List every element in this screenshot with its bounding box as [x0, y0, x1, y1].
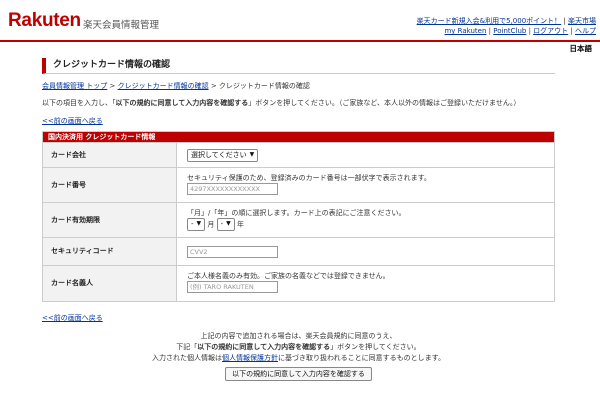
card-number-input[interactable]: 4297XXXXXXXXXXXX	[187, 182, 278, 195]
privacy-policy-link[interactable]: 個人情報保護方針	[222, 354, 278, 362]
row-security-code: セキュリティコード CVV2	[43, 236, 554, 265]
card-expiry-note: 「月」/「年」の順に選択します。カード上の表記にご注意ください。	[187, 208, 406, 217]
breadcrumb: 会員情報管理 トップ > クレジットカード情報の確認 > クレジットカード情報の…	[42, 81, 555, 91]
intro-text: 以下の項目を入力し、「以下の規約に同意して入力内容を確認する」ボタンを押してくだ…	[42, 98, 555, 109]
main-content: クレジットカード情報の確認 会員情報管理 トップ > クレジットカード情報の確認…	[42, 58, 555, 381]
terms-line-2-bold: 以下の規約に同意して入力内容を確認する	[197, 342, 331, 351]
terms-line-3-post: に基づき取り扱われることに同意するものとします。	[278, 353, 445, 362]
terms-line-2-pre: 下記「	[176, 342, 198, 351]
site-header: Rakuten 楽天会員情報管理 楽天カード新規入会&利用で5,000ポイント！…	[0, 0, 600, 42]
link-separator: |	[488, 27, 492, 35]
agree-and-confirm-button[interactable]: 以下の規約に同意して入力内容を確認する	[225, 366, 372, 381]
terms-line-1: 上記の内容で追加される場合は、楽天会員規約に同意のうえ、	[200, 331, 397, 340]
card-holder-note: ご本人様名義のみ有効。ご家族の名義などでは登録できません。	[187, 271, 390, 280]
chevron-down-icon: ▼	[196, 220, 202, 227]
breadcrumb-separator: >	[109, 82, 116, 90]
row-card-company: カード会社 選択してください ▼	[43, 141, 554, 167]
row-card-expiry: カード有効期限 「月」/「年」の順に選択します。カード上の表記にご注意ください。…	[43, 201, 554, 237]
intro-bold: 以下の規約に同意して入力内容を確認する	[115, 99, 249, 107]
rakuten-logo[interactable]: Rakuten	[8, 10, 81, 32]
expiry-year-value: -	[220, 220, 224, 228]
card-info-form: 国内決済用 クレジットカード情報 カード会社 選択してください ▼ カード番号 セ…	[42, 130, 555, 302]
intro-post: 」ボタンを押してください。（ご家族など、本人以外の情報はご登録いただけません。）	[248, 99, 521, 107]
terms-line-2-post: 」ボタンを押してください。	[330, 342, 421, 351]
chevron-down-icon: ▼	[226, 220, 231, 227]
card-holder-label: カード名義人	[43, 265, 177, 301]
logout-link[interactable]: ログアウト	[533, 27, 568, 35]
card-company-select[interactable]: 選択してください ▼	[187, 148, 259, 162]
expiry-month-select[interactable]: - ▼	[187, 217, 206, 231]
expiry-year-select[interactable]: - ▼	[216, 217, 235, 231]
terms-notice: 上記の内容で追加される場合は、楽天会員規約に同意のうえ、 下記「以下の規約に同意…	[42, 331, 555, 381]
breadcrumb-member-top[interactable]: 会員情報管理 トップ	[42, 82, 107, 90]
breadcrumb-current: クレジットカード情報の確認	[218, 82, 310, 90]
language-selector[interactable]: 日本語	[570, 43, 593, 54]
row-card-holder: カード名義人 ご本人様名義のみ有効。ご家族の名義などでは登録できません。 (例)…	[43, 264, 554, 301]
link-separator: |	[528, 27, 531, 35]
link-separator: |	[563, 17, 566, 25]
terms-line-2: 下記「以下の規約に同意して入力内容を確認する」ボタンを押してください。	[42, 342, 555, 353]
row-card-number: カード番号 セキュリティ保護のため、登録済みのカード番号は一部伏字で表示されます…	[43, 166, 554, 202]
card-promo-link[interactable]: 楽天カード新規入会&利用で5,000ポイント！	[417, 17, 562, 25]
intro-pre: 以下の項目を入力し、「	[42, 99, 116, 107]
card-number-label: カード番号	[43, 167, 177, 202]
breadcrumb-card-info[interactable]: クレジットカード情報の確認	[118, 82, 209, 90]
security-code-label: セキュリティコード	[43, 237, 177, 265]
card-holder-input[interactable]: (例) TARO RAKUTEN	[187, 280, 278, 293]
my-rakuten-link[interactable]: my Rakuten	[444, 27, 486, 35]
card-company-label: カード会社	[43, 142, 177, 167]
security-code-input[interactable]: CVV2	[187, 245, 278, 258]
chevron-down-icon: ▼	[249, 151, 255, 158]
ichiba-link[interactable]: 楽天市場	[568, 17, 596, 25]
terms-line-3: 入力された個人情報は個人情報保護方針に基づき取り扱われることに同意するものとしま…	[42, 353, 555, 364]
site-title: 楽天会員情報管理	[83, 20, 160, 31]
back-link-top[interactable]: <<前の画面へ戻る	[42, 117, 103, 125]
help-link[interactable]: ヘルプ	[575, 27, 596, 35]
page-title: クレジットカード情報の確認	[42, 58, 555, 74]
card-form-header: 国内決済用 クレジットカード情報	[43, 131, 554, 142]
expiry-month-value: -	[191, 220, 194, 228]
breadcrumb-separator: >	[210, 82, 217, 90]
card-number-note: セキュリティ保護のため、登録済みのカード番号は一部伏字で表示されます。	[187, 173, 431, 182]
card-company-value: 選択してください	[191, 151, 247, 159]
pointclub-link[interactable]: PointClub	[493, 27, 526, 35]
year-unit: 年	[237, 220, 245, 228]
link-separator: |	[570, 27, 573, 35]
back-link-bottom[interactable]: <<前の画面へ戻る	[42, 314, 103, 322]
terms-line-3-pre: 入力された個人情報は	[152, 353, 223, 362]
month-unit: 月	[207, 220, 215, 228]
top-links: 楽天カード新規入会&利用で5,000ポイント！ | 楽天市場 my Rakute…	[417, 16, 596, 36]
card-expiry-label: カード有効期限	[43, 202, 177, 237]
